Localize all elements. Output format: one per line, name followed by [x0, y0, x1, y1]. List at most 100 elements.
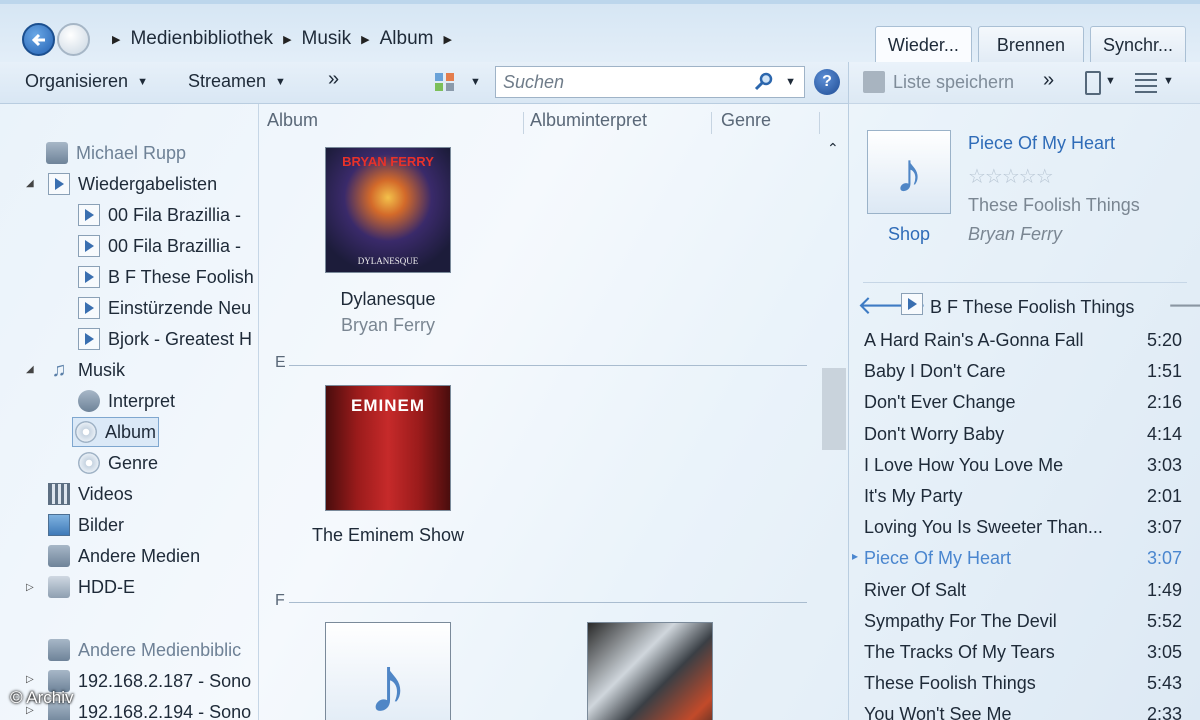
track-duration: 2:16 — [1146, 392, 1182, 413]
caret-down-icon: ▼ — [275, 75, 286, 88]
column-divider[interactable] — [711, 112, 712, 134]
now-playing-title[interactable]: Piece Of My Heart — [968, 133, 1115, 154]
tree-item-artist[interactable]: Interpret — [78, 387, 175, 415]
expand-icon[interactable]: ▷ — [26, 582, 34, 593]
list-view-icon[interactable] — [1135, 73, 1157, 93]
film-icon — [48, 483, 70, 505]
tree-item-playlist[interactable]: 00 Fila Brazillia - — [78, 232, 241, 260]
chevron-right-icon[interactable]: ▶ — [283, 33, 291, 46]
chevron-right-icon[interactable]: ▶ — [361, 33, 369, 46]
column-album[interactable]: Album — [267, 110, 318, 131]
search-dropdown-icon[interactable]: ▼ — [785, 76, 796, 88]
album-tile[interactable]: BRYAN FERRY DYLANESQUE Dylanesque Bryan … — [293, 147, 483, 336]
track-row[interactable]: A Hard Rain's A-Gonna Fall 5:20 — [864, 330, 1182, 361]
help-icon[interactable]: ? — [814, 69, 840, 95]
scrollbar-thumb[interactable] — [822, 368, 846, 450]
watermark: © Archiv — [10, 688, 74, 707]
more-button[interactable]: » — [1043, 69, 1054, 92]
breadcrumb-item[interactable]: Medienbibliothek — [130, 28, 273, 50]
cover-text: BRYAN FERRY — [342, 154, 434, 169]
tab-burn[interactable]: Brennen — [977, 26, 1084, 64]
view-options-button[interactable]: ▼ — [434, 72, 481, 92]
playlist-icon — [78, 328, 100, 350]
rating-stars[interactable]: ☆☆☆☆☆ — [968, 164, 1054, 189]
playlist-title[interactable]: B F These Foolish Things — [930, 297, 1134, 318]
search-icon[interactable] — [753, 71, 775, 93]
track-duration: 1:51 — [1146, 361, 1182, 382]
tree-item-other-libraries[interactable]: Andere Medienbiblic — [48, 636, 241, 664]
arrow-right-icon[interactable]: 🡒 — [1167, 290, 1200, 321]
album-tile[interactable] — [555, 622, 745, 720]
album-view: Album Albuminterpret Genre Ve BRYAN FERR… — [258, 104, 820, 720]
tree-item-album[interactable]: Album — [72, 417, 160, 447]
search-placeholder: Suchen — [503, 71, 565, 92]
track-row[interactable]: Baby I Don't Care 1:51 — [864, 361, 1182, 392]
track-row[interactable]: These Foolish Things 5:43 — [864, 673, 1182, 704]
track-row[interactable]: I Love How You Love Me 3:03 — [864, 455, 1182, 486]
breadcrumb-item[interactable]: Musik — [302, 28, 352, 50]
tree-item-playlist[interactable]: Bjork - Greatest H — [78, 325, 252, 353]
stream-menu[interactable]: Streamen ▼ — [188, 71, 286, 92]
column-divider[interactable] — [819, 112, 820, 134]
back-button[interactable] — [22, 23, 55, 56]
track-row[interactable]: River Of Salt 1:49 — [864, 580, 1182, 611]
album-title: The Eminem Show — [311, 525, 465, 545]
expand-collapse-icon[interactable]: ◢ — [26, 364, 34, 375]
tree-item-playlist[interactable]: B F These Foolish — [78, 263, 254, 291]
now-playing-artist: Bryan Ferry — [968, 224, 1063, 244]
tree-item-playlists[interactable]: Wiedergabelisten — [48, 170, 217, 198]
tree-item-playlist[interactable]: Einstürzende Neu — [78, 294, 251, 322]
column-genre[interactable]: Genre — [721, 110, 771, 131]
caret-down-icon[interactable]: ▼ — [1163, 75, 1174, 87]
search-input[interactable]: Suchen ▼ — [495, 66, 805, 98]
list-options-icon[interactable] — [1085, 71, 1101, 95]
expand-icon[interactable]: ▷ — [26, 674, 34, 685]
tree-item-pictures[interactable]: Bilder — [48, 511, 124, 539]
tab-playback[interactable]: Wieder... — [874, 26, 972, 64]
more-button[interactable]: » — [328, 68, 339, 91]
tree-item-network[interactable]: 192.168.2.187 - Sono — [48, 667, 251, 695]
tree-label: B F These Foolish — [108, 266, 254, 287]
track-row[interactable]: You Won't See Me 2:33 — [864, 704, 1182, 720]
tree-label: Michael Rupp — [76, 142, 187, 163]
scrollbar[interactable]: ⌃ — [822, 140, 846, 720]
column-album-artist[interactable]: Albuminterpret — [530, 110, 647, 131]
shop-link[interactable]: Shop — [888, 224, 930, 245]
chevron-right-icon[interactable]: ▶ — [112, 33, 120, 46]
album-tile[interactable]: ♪ — [293, 622, 483, 720]
album-cover: EMINEM — [325, 385, 451, 511]
tree-item-user[interactable]: Michael Rupp — [46, 139, 186, 167]
save-list-button[interactable]: Liste speichern — [893, 72, 1014, 93]
column-divider[interactable] — [523, 112, 524, 134]
tab-sync[interactable]: Synchr... — [1089, 26, 1186, 64]
tree-item-drive[interactable]: HDD-E — [48, 573, 135, 601]
breadcrumb-item[interactable]: Album — [380, 28, 434, 50]
tree-item-playlist[interactable]: 00 Fila Brazillia - — [78, 201, 241, 229]
scroll-up-icon[interactable]: ⌃ — [827, 140, 839, 157]
track-row[interactable]: Don't Ever Change 2:16 — [864, 392, 1182, 423]
tree-item-music[interactable]: ♫ Musik — [48, 356, 126, 384]
caret-down-icon[interactable]: ▼ — [1105, 75, 1116, 87]
tree-item-network[interactable]: 192.168.2.194 - Sono — [48, 698, 251, 720]
expand-collapse-icon[interactable]: ◢ — [26, 178, 34, 189]
group-header[interactable]: F — [275, 592, 285, 610]
tree-item-genre[interactable]: Genre — [78, 449, 158, 477]
tree-label: Bjork - Greatest H — [108, 328, 253, 349]
tree-item-other-media[interactable]: Andere Medien — [48, 542, 200, 570]
track-title: These Foolish Things — [864, 673, 1036, 694]
forward-button[interactable] — [57, 23, 90, 56]
track-row[interactable]: Sympathy For The Devil 5:52 — [864, 611, 1182, 642]
track-row[interactable]: Don't Worry Baby 4:14 — [864, 424, 1182, 455]
tree-item-videos[interactable]: Videos — [48, 480, 133, 508]
track-row[interactable]: The Tracks Of My Tears 3:05 — [864, 642, 1182, 673]
track-row[interactable]: Loving You Is Sweeter Than... 3:07 — [864, 517, 1182, 548]
organize-menu[interactable]: Organisieren ▼ — [25, 71, 148, 92]
track-row[interactable]: It's My Party 2:01 — [864, 486, 1182, 517]
now-playing-cover[interactable]: ♪ — [867, 130, 951, 214]
group-divider — [289, 365, 807, 366]
album-disc-icon — [75, 421, 97, 443]
group-header[interactable]: E — [275, 354, 286, 372]
track-row[interactable]: Piece Of My Heart 3:07 ▸ — [852, 548, 1182, 579]
chevron-right-icon[interactable]: ▶ — [443, 33, 451, 46]
album-tile[interactable]: EMINEM The Eminem Show — [293, 385, 483, 546]
